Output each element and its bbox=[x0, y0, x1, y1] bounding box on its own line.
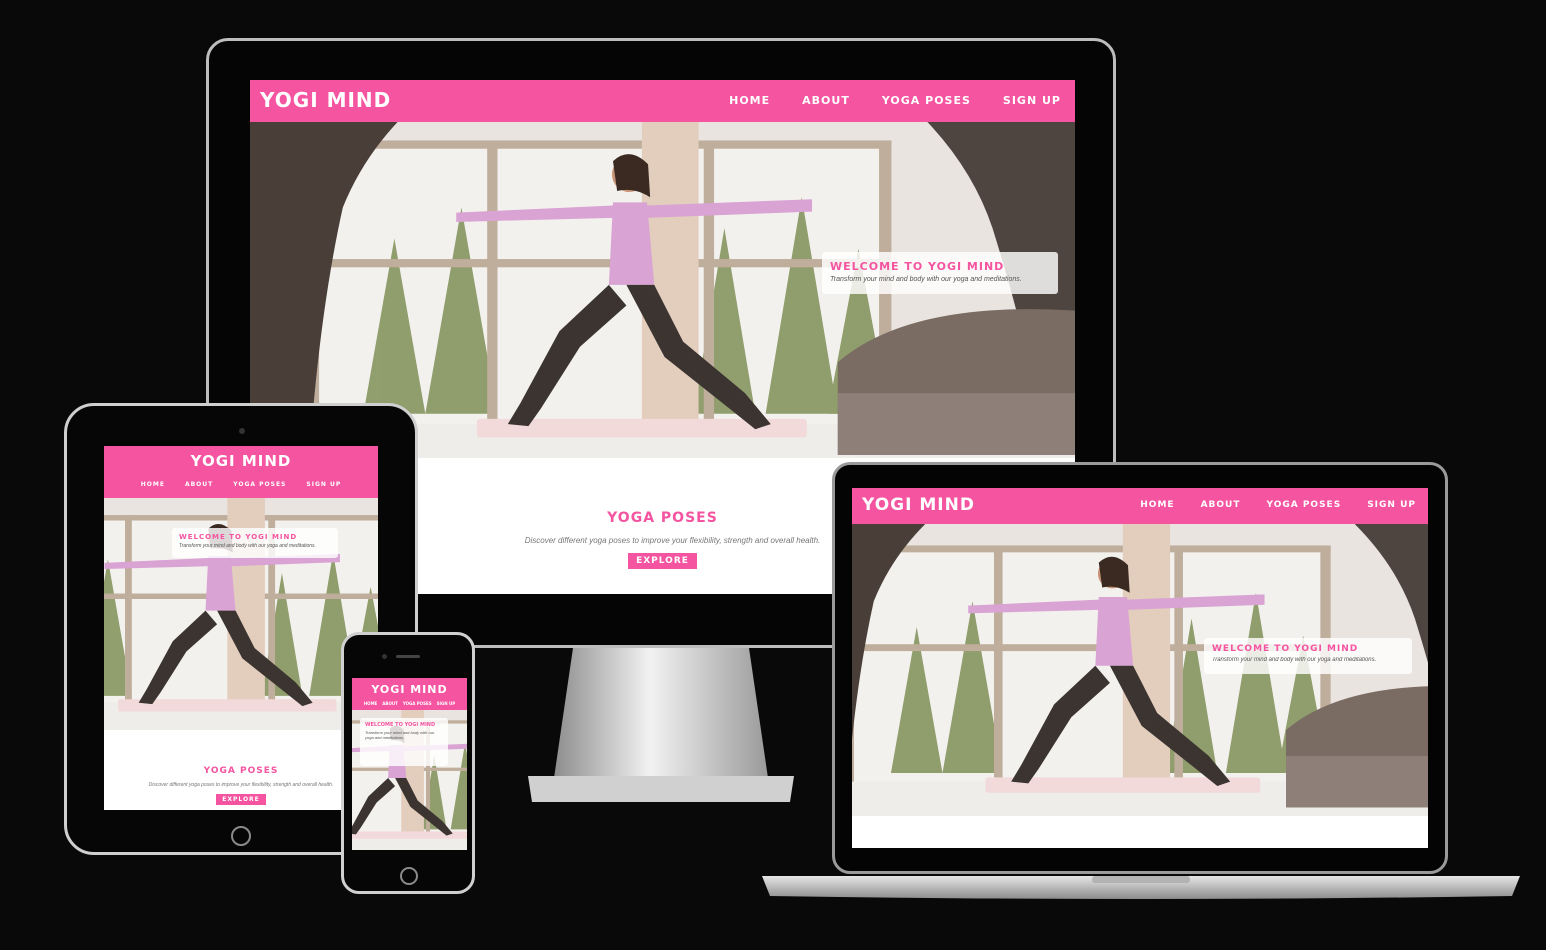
welcome-text: Transform your mind and body with our yo… bbox=[365, 730, 435, 741]
phone-speaker bbox=[396, 655, 420, 658]
hero-image: WELCOME TO YOGI MIND Transform your mind… bbox=[104, 498, 378, 730]
main-nav: HOME ABOUT YOGA POSES SIGN UP bbox=[1140, 500, 1416, 510]
hero-image: WELCOME TO YOGI MIND Transform your mind… bbox=[852, 524, 1428, 816]
nav-sign-up[interactable]: SIGN UP bbox=[437, 701, 456, 706]
tablet-home-button[interactable] bbox=[231, 826, 251, 846]
welcome-card: WELCOME TO YOGI MIND Transform your mind… bbox=[172, 528, 338, 558]
poses-section: YOGA POSES Discover different yoga poses… bbox=[104, 730, 378, 810]
welcome-card: WELCOME TO YOGI MIND Transform your mind… bbox=[1204, 638, 1412, 674]
phone-camera bbox=[382, 654, 387, 659]
welcome-text: Transform your mind and body with our yo… bbox=[1212, 657, 1377, 663]
phone-screen: YOGI MIND HOME ABOUT YOGA POSES SIGN UP … bbox=[352, 678, 467, 850]
nav-yoga-poses[interactable]: YOGA POSES bbox=[1267, 500, 1342, 510]
main-nav: HOME ABOUT YOGA POSES SIGN UP bbox=[729, 94, 1061, 107]
laptop-screen: YOGI MIND HOME ABOUT YOGA POSES SIGN UP … bbox=[852, 488, 1428, 848]
brand-logo[interactable]: YOGI MIND bbox=[104, 452, 378, 470]
hero-image: WELCOME TO YOGI MIND Transform your mind… bbox=[352, 710, 467, 850]
welcome-card: WELCOME TO YOGI MIND Transform your mind… bbox=[822, 252, 1058, 294]
nav-yoga-poses[interactable]: YOGA POSES bbox=[882, 94, 971, 107]
nav-sign-up[interactable]: SIGN UP bbox=[1367, 500, 1416, 510]
nav-about[interactable]: ABOUT bbox=[802, 94, 850, 107]
explore-button[interactable]: EXPLORE bbox=[628, 553, 697, 569]
nav-home[interactable]: HOME bbox=[364, 701, 377, 706]
welcome-title: WELCOME TO YOGI MIND bbox=[830, 260, 1005, 273]
nav-home[interactable]: HOME bbox=[729, 94, 770, 107]
brand-logo[interactable]: YOGI MIND bbox=[260, 88, 391, 112]
nav-home[interactable]: HOME bbox=[141, 481, 165, 488]
main-nav: HOME ABOUT YOGA POSES SIGN UP bbox=[352, 701, 467, 706]
site-header: YOGI MIND HOME ABOUT YOGA POSES SIGN UP bbox=[104, 446, 378, 498]
nav-yoga-poses[interactable]: YOGA POSES bbox=[403, 701, 432, 706]
poses-title: YOGA POSES bbox=[203, 766, 279, 776]
nav-about[interactable]: ABOUT bbox=[1201, 500, 1241, 510]
brand-logo[interactable]: YOGI MIND bbox=[862, 495, 975, 515]
tablet-camera bbox=[239, 428, 245, 434]
welcome-text: Transform your mind and body with our yo… bbox=[830, 276, 1022, 283]
nav-about[interactable]: ABOUT bbox=[185, 481, 213, 488]
welcome-text: Transform your mind and body with our yo… bbox=[179, 543, 316, 549]
explore-button[interactable]: EXPLORE bbox=[216, 794, 266, 805]
welcome-title: WELCOME TO YOGI MIND bbox=[365, 722, 436, 728]
laptop-base bbox=[762, 874, 1520, 900]
site-header: YOGI MIND HOME ABOUT YOGA POSES SIGN UP bbox=[852, 488, 1428, 524]
welcome-title: WELCOME TO YOGI MIND bbox=[179, 533, 298, 541]
main-nav: HOME ABOUT YOGA POSES SIGN UP bbox=[104, 481, 378, 488]
welcome-card: WELCOME TO YOGI MIND Transform your mind… bbox=[360, 718, 448, 766]
phone-home-button[interactable] bbox=[400, 867, 418, 885]
brand-logo[interactable]: YOGI MIND bbox=[352, 683, 467, 696]
site-header: YOGI MIND HOME ABOUT YOGA POSES SIGN UP bbox=[250, 80, 1075, 122]
welcome-title: WELCOME TO YOGI MIND bbox=[1212, 644, 1359, 654]
nav-home[interactable]: HOME bbox=[1140, 500, 1174, 510]
nav-sign-up[interactable]: SIGN UP bbox=[306, 481, 341, 488]
site-header: YOGI MIND HOME ABOUT YOGA POSES SIGN UP bbox=[352, 678, 467, 710]
poses-text: Discover different yoga poses to improve… bbox=[148, 782, 334, 788]
monitor-stand bbox=[528, 648, 794, 804]
tablet-screen: YOGI MIND HOME ABOUT YOGA POSES SIGN UP … bbox=[104, 446, 378, 810]
nav-about[interactable]: ABOUT bbox=[382, 701, 398, 706]
nav-sign-up[interactable]: SIGN UP bbox=[1003, 94, 1061, 107]
nav-yoga-poses[interactable]: YOGA POSES bbox=[233, 481, 286, 488]
